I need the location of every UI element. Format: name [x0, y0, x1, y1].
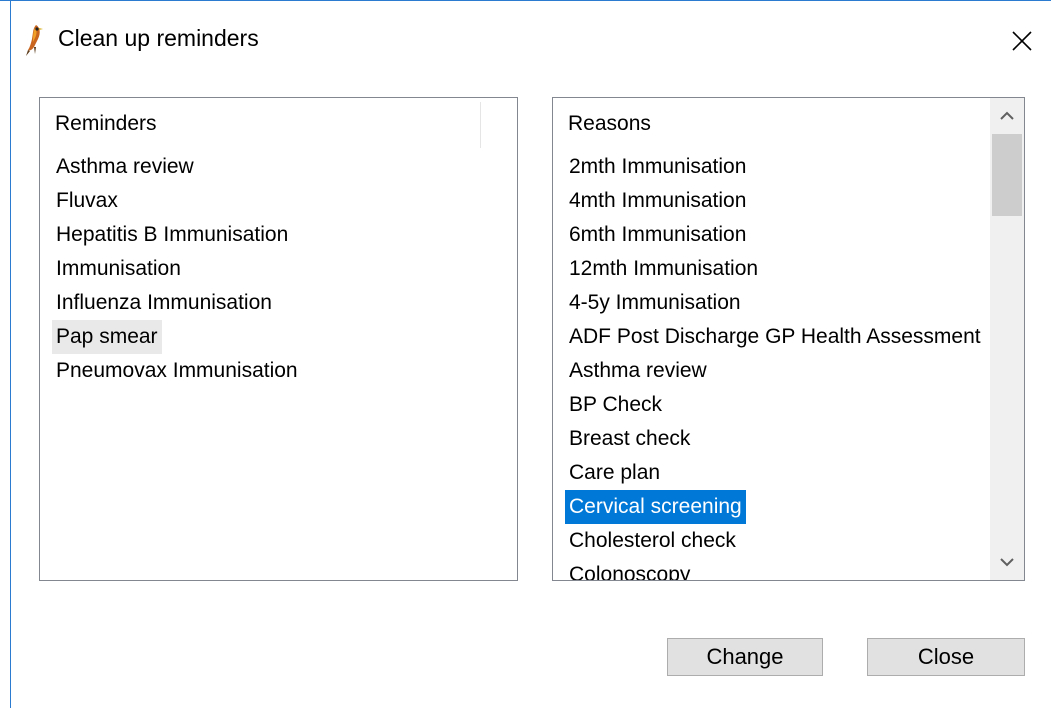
close-icon[interactable]: [1002, 21, 1042, 61]
list-item[interactable]: Asthma review: [565, 354, 711, 388]
reminders-list[interactable]: Reminders Asthma review Fluvax Hepatitis…: [39, 97, 518, 581]
list-item[interactable]: Fluvax: [52, 184, 122, 218]
list-item[interactable]: 4mth Immunisation: [565, 184, 750, 218]
reasons-header[interactable]: Reasons: [568, 112, 651, 136]
chevron-up-icon: [1000, 111, 1014, 120]
list-item[interactable]: Hepatitis B Immunisation: [52, 218, 292, 252]
reminders-header[interactable]: Reminders: [55, 112, 157, 136]
list-item[interactable]: Immunisation: [52, 252, 185, 286]
vertical-scrollbar[interactable]: [990, 98, 1024, 580]
list-item[interactable]: Breast check: [565, 422, 694, 456]
list-item-selected[interactable]: Cervical screening: [565, 490, 746, 524]
list-item[interactable]: Cholesterol check: [565, 524, 740, 558]
list-item[interactable]: Influenza Immunisation: [52, 286, 276, 320]
list-item[interactable]: 12mth Immunisation: [565, 252, 762, 286]
reminders-items: Asthma review Fluvax Hepatitis B Immunis…: [52, 150, 302, 388]
list-item[interactable]: Colonoscopy: [565, 558, 694, 580]
list-item[interactable]: 6mth Immunisation: [565, 218, 750, 252]
clean-up-reminders-dialog: Clean up reminders Reminders Asthma revi…: [0, 0, 1051, 708]
close-button[interactable]: Close: [867, 638, 1025, 676]
title-bar: Clean up reminders: [0, 1, 1051, 71]
window-border: [10, 1, 11, 708]
window-title: Clean up reminders: [58, 25, 259, 51]
list-item[interactable]: BP Check: [565, 388, 666, 422]
reasons-list[interactable]: Reasons 2mth Immunisation 4mth Immunisat…: [552, 97, 1025, 581]
list-item-hovered[interactable]: Pap smear: [52, 320, 162, 354]
change-button[interactable]: Change: [667, 638, 823, 676]
list-item[interactable]: ADF Post Discharge GP Health Assessment: [565, 320, 985, 354]
scroll-up-button[interactable]: [990, 98, 1024, 134]
scroll-thumb[interactable]: [992, 134, 1022, 216]
scroll-down-button[interactable]: [990, 544, 1024, 580]
list-item[interactable]: 4-5y Immunisation: [565, 286, 745, 320]
list-item[interactable]: 2mth Immunisation: [565, 150, 750, 184]
column-divider[interactable]: [480, 102, 481, 148]
chevron-down-icon: [1000, 558, 1014, 567]
reasons-items: 2mth Immunisation 4mth Immunisation 6mth…: [565, 150, 985, 580]
bird-icon: [26, 25, 43, 56]
list-item[interactable]: Asthma review: [52, 150, 198, 184]
list-item[interactable]: Pneumovax Immunisation: [52, 354, 302, 388]
list-item[interactable]: Care plan: [565, 456, 664, 490]
